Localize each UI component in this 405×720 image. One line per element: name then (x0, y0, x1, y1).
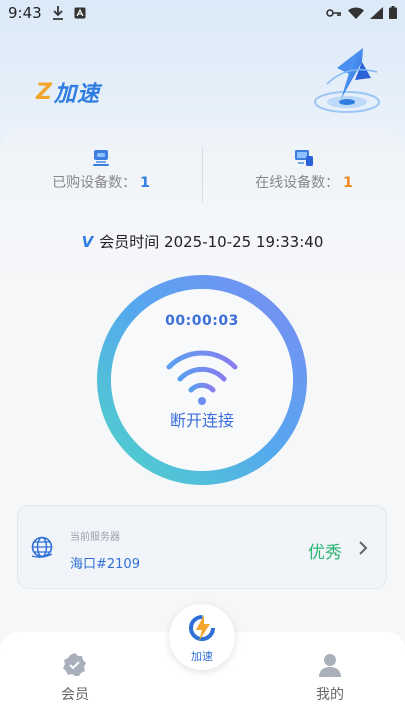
membership-info: V 会员时间 2025-10-25 19:33:40 (0, 231, 405, 252)
membership-expiry: 2025-10-25 19:33:40 (164, 233, 324, 251)
server-name: 海口#2109 (70, 557, 140, 572)
wifi-status-icon (348, 6, 364, 19)
tab-member-label: 会员 (61, 687, 89, 703)
logo-text: 加速 (53, 82, 100, 107)
purchased-devices-value: 1 (140, 175, 150, 191)
status-bar: 9:43 (0, 0, 405, 28)
vpn-key-icon (326, 8, 341, 17)
disconnect-label: 断开连接 (169, 411, 234, 430)
connection-timer: 00:00:03 (165, 313, 239, 329)
server-label: 当前服务器 (70, 532, 120, 543)
status-time: 9:43 (8, 4, 42, 22)
vip-badge-icon: V (81, 233, 94, 251)
wifi-connected-icon (166, 350, 238, 405)
rocket-illustration-icon (314, 48, 380, 113)
purchased-devices-label: 已购设备数： (52, 175, 137, 191)
online-devices-value: 1 (343, 175, 353, 191)
server-quality-badge: 优秀 (308, 543, 342, 563)
user-profile-icon (319, 654, 341, 677)
current-server-card[interactable]: 当前服务器 海口#2109 优秀 (17, 505, 387, 589)
device-purchased-icon (93, 150, 109, 166)
tab-mine-label: 我的 (316, 687, 344, 703)
member-badge-icon (63, 653, 86, 676)
online-devices-label: 在线设备数： (255, 175, 340, 191)
signal-icon (370, 6, 383, 19)
disconnect-button[interactable]: 00:00:03 断开连接 (97, 275, 307, 485)
purchased-devices-stat: 已购设备数： 1 (0, 146, 202, 204)
app-logo: Z 加速 (36, 76, 100, 108)
tab-member[interactable]: 会员 (35, 652, 115, 704)
online-devices-stat: 在线设备数： 1 (203, 146, 405, 204)
boost-label: 加速 (191, 650, 213, 663)
logo-mark: Z (36, 79, 52, 105)
battery-icon (389, 6, 397, 19)
download-icon (53, 6, 63, 20)
tab-mine[interactable]: 我的 (290, 652, 370, 704)
membership-label: 会员时间 (99, 233, 160, 251)
globe-icon (31, 536, 53, 558)
device-online-icon (295, 150, 313, 166)
chevron-right-icon (359, 541, 368, 555)
boost-logo-icon (189, 615, 215, 641)
stats-divider (202, 146, 203, 202)
boost-button[interactable]: 加速 (169, 604, 235, 670)
app-notification-icon (74, 7, 86, 19)
